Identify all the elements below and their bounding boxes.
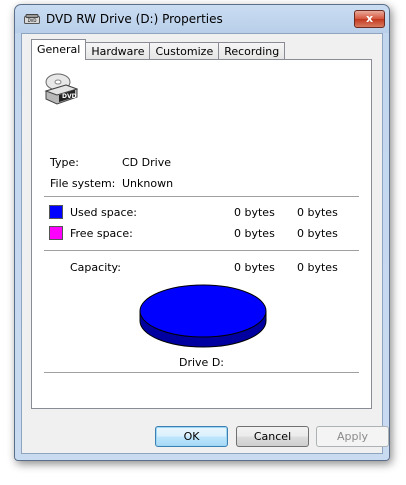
type-label: Type: [50, 156, 79, 169]
close-button[interactable]: x [354, 10, 385, 28]
dvd-small-text: DVD [28, 18, 37, 23]
close-icon: x [365, 12, 374, 25]
free-space-color-swatch [49, 226, 63, 240]
disk-usage-pie-chart [139, 284, 267, 348]
used-space-bytes: 0 bytes [234, 206, 275, 219]
drive-label: Drive D: [179, 356, 224, 369]
free-space-label: Free space: [70, 227, 133, 240]
tab-recording[interactable]: Recording [218, 42, 286, 60]
free-space-bytes: 0 bytes [234, 227, 275, 240]
used-space-size: 0 bytes [297, 206, 338, 219]
file-system-label: File system: [50, 177, 116, 190]
capacity-size: 0 bytes [297, 261, 338, 274]
separator [44, 250, 359, 251]
capacity-label: Capacity: [70, 261, 121, 274]
tab-customize[interactable]: Customize [149, 42, 220, 60]
tab-strip: General Hardware Customize Recording [31, 39, 286, 60]
file-system-value: Unknown [122, 177, 174, 190]
separator [44, 372, 359, 373]
title-bar[interactable]: DVD DVD RW Drive (D:) Properties x [15, 5, 389, 33]
window-title: DVD RW Drive (D:) Properties [46, 12, 223, 26]
ok-button[interactable]: OK [155, 426, 228, 447]
cancel-button[interactable]: Cancel [236, 426, 309, 447]
capacity-bytes: 0 bytes [234, 261, 275, 274]
tab-general[interactable]: General [31, 39, 87, 60]
used-space-color-swatch [49, 205, 63, 219]
dvd-drive-icon: DVD [44, 73, 78, 105]
dvd-drive-small-icon: DVD [24, 14, 40, 24]
free-space-size: 0 bytes [297, 227, 338, 240]
apply-button[interactable]: Apply [316, 426, 389, 447]
general-tab-panel: DVD Type: CD Drive File system: Unknown … [31, 59, 372, 409]
pie-top [139, 284, 267, 338]
tab-hardware[interactable]: Hardware [85, 42, 151, 60]
separator [44, 196, 359, 197]
dvd-icon-text: DVD [62, 93, 77, 100]
properties-window: DVD DVD RW Drive (D:) Properties x Gener… [14, 4, 390, 461]
type-value: CD Drive [122, 156, 171, 169]
dialog-client-area: General Hardware Customize Recording DVD… [21, 33, 389, 454]
used-space-label: Used space: [70, 206, 138, 219]
